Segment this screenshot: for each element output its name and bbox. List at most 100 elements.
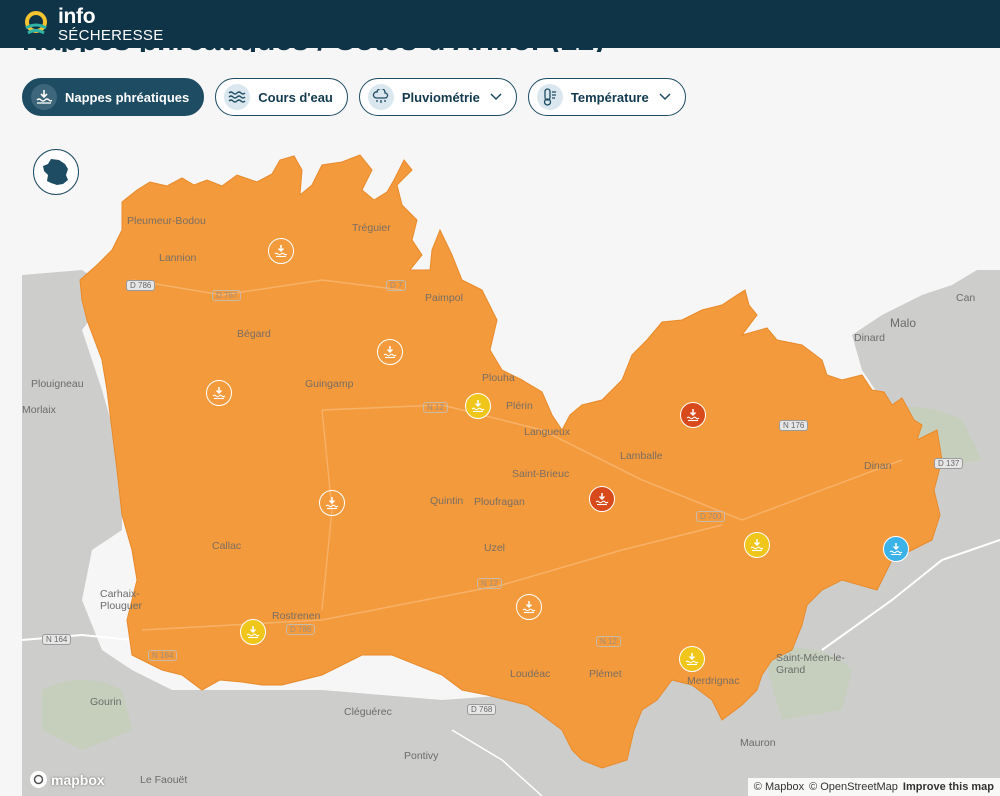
drought-map[interactable]: Pleumeur-Bodou Lannion Tréguier Paimpol …	[22, 130, 1000, 796]
filter-rainfall-dropdown[interactable]: Pluviométrie	[358, 78, 517, 116]
road-shield: D 700	[696, 511, 726, 522]
place-label: Plouha	[482, 372, 515, 384]
logo-line1: info	[58, 4, 96, 28]
road-shield: D 786	[126, 280, 156, 291]
place-label: Lamballe	[620, 450, 663, 462]
filter-rainfall-label: Pluviométrie	[401, 89, 480, 105]
place-label: Mauron	[740, 737, 776, 749]
place-label: Merdrignac	[687, 675, 740, 687]
groundwater-icon	[750, 539, 764, 552]
groundwater-station-marker[interactable]	[377, 339, 403, 365]
place-label: Pleumeur-Bodou	[127, 215, 206, 227]
mapbox-logo-text: mapbox	[51, 771, 105, 788]
chevron-down-icon	[490, 93, 502, 101]
road-shield: D 786	[286, 624, 316, 635]
road-shield: N 12	[477, 578, 502, 589]
road-shield: N 12	[596, 636, 621, 647]
groundwater-icon	[686, 409, 700, 422]
groundwater-station-marker[interactable]	[679, 646, 705, 672]
place-label: Rostrenen	[272, 610, 321, 622]
place-label: Lannion	[159, 252, 197, 264]
place-label: Bégard	[237, 328, 271, 340]
place-label: Morlaix	[22, 404, 56, 416]
filter-rivers-label: Cours d'eau	[258, 89, 333, 105]
groundwater-icon	[595, 493, 609, 506]
waves-icon	[224, 84, 251, 110]
groundwater-station-marker[interactable]	[465, 393, 491, 419]
place-label: Dinard	[854, 332, 885, 344]
place-label: Saint-Méen-le-Grand	[776, 652, 845, 676]
filter-rivers-button[interactable]: Cours d'eau	[215, 78, 348, 116]
thermometer-icon	[536, 84, 563, 110]
mapbox-attribution-link[interactable]: © Mapbox	[754, 781, 804, 793]
place-label: Paimpol	[425, 292, 463, 304]
groundwater-icon	[325, 497, 339, 510]
filter-temperature-dropdown[interactable]: Température	[527, 78, 686, 116]
place-label: Plémet	[589, 668, 622, 680]
place-label: Dinan	[864, 460, 892, 472]
place-label: Plouigneau	[31, 378, 84, 390]
mapbox-logo[interactable]: mapbox	[30, 771, 105, 788]
groundwater-station-marker[interactable]	[744, 532, 770, 558]
info-secheresse-logo[interactable]: info SÉCHERESSE	[22, 6, 164, 43]
place-label: Plérin	[506, 400, 533, 412]
road-shield: N 12	[423, 402, 448, 413]
road-shield: N 176	[779, 420, 809, 431]
logo-line2: SÉCHERESSE	[58, 26, 164, 44]
groundwater-icon	[889, 543, 903, 556]
place-label: Quintin	[430, 495, 464, 507]
rain-cloud-icon	[367, 84, 394, 110]
groundwater-icon	[685, 653, 699, 666]
groundwater-station-marker[interactable]	[319, 490, 345, 516]
mapbox-logo-icon	[30, 771, 47, 788]
france-map-icon	[43, 159, 68, 185]
groundwater-icon	[471, 400, 485, 413]
groundwater-icon	[212, 387, 226, 400]
osm-attribution-link[interactable]: © OpenStreetMap	[809, 781, 898, 793]
place-label: Loudéac	[510, 668, 551, 680]
improve-map-link[interactable]: Improve this map	[903, 781, 994, 793]
groundwater-station-marker[interactable]	[516, 594, 542, 620]
road-shield: N 164	[42, 634, 72, 645]
logo-text: info SÉCHERESSE	[58, 6, 164, 43]
groundwater-station-marker[interactable]	[883, 536, 909, 562]
groundwater-station-marker[interactable]	[206, 380, 232, 406]
indicator-filters: Nappes phréatiques Cours d'eau Pluviomét…	[22, 78, 686, 116]
place-label: Malo	[890, 316, 917, 330]
place-label: Ploufragan	[474, 496, 525, 508]
place-label: Tréguier	[352, 222, 391, 234]
groundwater-station-marker[interactable]	[240, 619, 266, 645]
place-label: Guingamp	[305, 378, 354, 390]
place-label: Callac	[212, 540, 242, 552]
groundwater-icon	[31, 84, 57, 110]
place-label: Uzel	[484, 542, 506, 554]
groundwater-station-marker[interactable]	[680, 402, 706, 428]
filter-groundwater-label: Nappes phréatiques	[65, 89, 190, 105]
top-header: info SÉCHERESSE	[0, 0, 1000, 48]
filter-groundwater-button[interactable]: Nappes phréatiques	[22, 78, 205, 116]
place-label: Saint-Brieuc	[512, 468, 570, 480]
place-label: Cléguérec	[344, 706, 392, 718]
road-shield: D 768	[467, 704, 497, 715]
road-shield: D 137	[934, 458, 964, 469]
place-label: Pontivy	[404, 750, 439, 762]
sun-drop-logo-icon	[25, 11, 47, 35]
place-label: Can	[956, 292, 976, 304]
groundwater-icon	[383, 346, 397, 359]
filter-temperature-label: Température	[570, 89, 649, 105]
road-shield: D 7	[386, 280, 407, 291]
groundwater-station-marker[interactable]	[589, 486, 615, 512]
place-label: Carhaix-Plouguer	[100, 588, 143, 612]
map-attribution: © Mapbox © OpenStreetMap Improve this ma…	[747, 778, 1000, 796]
place-label: Langueux	[524, 426, 571, 438]
groundwater-icon	[274, 245, 288, 258]
road-shield: N 164	[148, 650, 178, 661]
place-label: Gourin	[90, 696, 122, 708]
groundwater-icon	[522, 601, 536, 614]
groundwater-station-marker[interactable]	[268, 238, 294, 264]
france-view-button[interactable]	[33, 149, 79, 195]
chevron-down-icon	[659, 93, 671, 101]
map-basemap	[22, 154, 1000, 796]
place-label: Le Faouët	[140, 774, 188, 786]
road-shield: D 767	[212, 290, 242, 301]
